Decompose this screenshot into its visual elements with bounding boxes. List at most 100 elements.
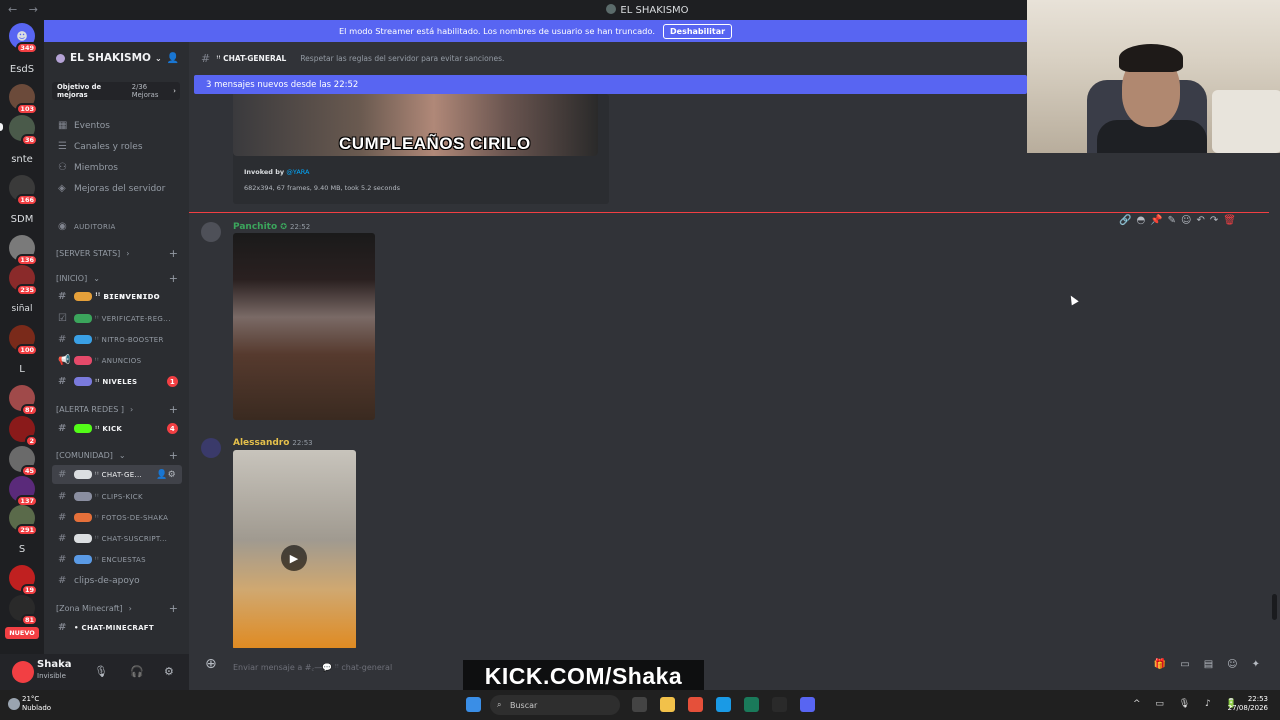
add-channel-icon[interactable]: + xyxy=(169,272,178,285)
sticker-icon[interactable]: ▤ xyxy=(1204,659,1213,670)
new-messages-bar[interactable]: 3 mensajes nuevos desde las 22:52 xyxy=(194,75,1027,94)
channel-nitro-booster[interactable]: # ꜝꜝ nitro-booster xyxy=(52,330,182,349)
start-icon[interactable] xyxy=(466,697,481,712)
channel-niveles[interactable]: ●#ꜝꜝ niveles1 xyxy=(52,372,182,391)
discord-taskbar-icon[interactable] xyxy=(800,697,815,712)
server-l[interactable]: L xyxy=(9,356,35,382)
avatar[interactable] xyxy=(201,222,221,242)
task-view-icon[interactable] xyxy=(632,697,647,712)
message-input[interactable]: Enviar mensaje a #꜀—💬 ꜝꜝ chat-general xyxy=(233,662,392,673)
channel-chat-minecraft[interactable]: ●#• chat-minecraft xyxy=(52,618,182,637)
channel-fotos-de-shaka[interactable]: # ꜝꜝ fotos-de-shaka xyxy=(52,508,182,527)
trash-icon[interactable]: 🗑 xyxy=(1223,215,1236,226)
server-icon-16[interactable]: 137 xyxy=(9,476,38,507)
server-sinal[interactable]: siñal xyxy=(9,296,35,322)
play-icon[interactable]: ▶ xyxy=(281,545,307,571)
message-image[interactable] xyxy=(233,233,375,420)
server-sdm[interactable]: SDM xyxy=(9,206,35,232)
menu-events[interactable]: ▦ Eventos xyxy=(52,116,182,135)
channel-anuncios[interactable]: 📢 ꜝꜝ anuncios xyxy=(52,351,182,370)
incognito-icon[interactable]: ◓ xyxy=(1136,215,1145,226)
invoked-user[interactable]: @YARA xyxy=(286,168,309,176)
channel-kick[interactable]: ●#ꜝꜝ kick4 xyxy=(52,419,182,438)
channel-audit[interactable]: ◉ Auditoria xyxy=(52,217,182,236)
channel-chat-suscriptores[interactable]: # ꜝꜝ chat-suscript... xyxy=(52,529,182,548)
server-icon-3[interactable]: 103 xyxy=(9,84,38,115)
username[interactable]: Shaka xyxy=(37,659,71,670)
tool-icon[interactable]: ✎ xyxy=(1168,215,1176,226)
category-server-stats[interactable]: [SERVER STATS] › + xyxy=(56,247,178,260)
message-video[interactable]: ▶ xyxy=(233,450,356,650)
gear-icon[interactable]: ⚙ xyxy=(164,665,174,678)
obs-icon[interactable] xyxy=(772,697,787,712)
channel-verificate[interactable]: ☑ ꜝꜝ verificate-reg... xyxy=(52,309,182,328)
channel-encuestas[interactable]: # ꜝꜝ encuestas xyxy=(52,550,182,569)
server-icon-8[interactable]: 136 xyxy=(9,235,38,266)
category-comunidad[interactable]: [COMUNIDAD] ⌄ + xyxy=(56,449,178,462)
emoji-icon[interactable]: ☺ xyxy=(1181,215,1191,226)
embed-image[interactable]: CUMPLEAÑOS CIRILO xyxy=(233,94,598,156)
home-button[interactable]: ☻ 349 xyxy=(9,23,38,54)
gif-icon[interactable]: ▭ xyxy=(1180,659,1189,670)
server-icon-17[interactable]: 291 xyxy=(9,505,38,536)
channel-clips-kick[interactable]: # ꜝꜝ clips-kick xyxy=(52,487,182,506)
menu-members[interactable]: ⚇ Miembros xyxy=(52,158,182,177)
search-box[interactable]: ⌕ Buscar xyxy=(490,695,620,715)
server-icon-4[interactable]: 36 xyxy=(9,115,38,146)
add-channel-icon[interactable]: + xyxy=(169,602,178,615)
server-icon-9[interactable]: 235 xyxy=(9,265,38,296)
edge-icon[interactable] xyxy=(716,697,731,712)
avatar[interactable] xyxy=(201,438,221,458)
system-tray[interactable]: ^ ▭ 🎙 ♪ 🔋 xyxy=(1133,699,1243,709)
mention-count: 1 xyxy=(167,376,178,387)
scrollbar[interactable] xyxy=(1272,594,1277,620)
server-icon-6[interactable]: 166 xyxy=(9,175,38,206)
avatar[interactable] xyxy=(12,661,34,683)
disable-streamer-button[interactable]: Deshabilitar xyxy=(663,23,733,39)
file-explorer-icon[interactable] xyxy=(660,697,675,712)
microphone-icon[interactable]: 🎙 xyxy=(94,665,108,678)
forward-icon[interactable]: ↷ xyxy=(1210,215,1218,226)
cloud-icon xyxy=(8,698,20,710)
chrome-icon[interactable] xyxy=(688,697,703,712)
app-icon[interactable] xyxy=(744,697,759,712)
category-alerta-redes[interactable]: [ALERTA REDES ] › + xyxy=(56,403,178,416)
pin-icon[interactable]: 📌 xyxy=(1150,215,1162,226)
server-icon-14[interactable]: 2 xyxy=(9,416,38,447)
link-icon[interactable]: 🔗 xyxy=(1119,215,1131,226)
server-icon-15[interactable]: 45 xyxy=(9,446,38,477)
clock[interactable]: 22:53 27/08/2026 xyxy=(1228,695,1268,713)
channel-topic[interactable]: Respetar las reglas del servidor para ev… xyxy=(300,54,504,63)
invite-people-icon[interactable]: 👤 xyxy=(167,53,179,64)
channel-bienvenido[interactable]: ●#ꜝꜝ ʙɪᴇɴᴠᴇɴɪᴅᴏ xyxy=(52,287,182,306)
server-s[interactable]: S xyxy=(9,536,35,562)
server-icon-11[interactable]: 100 xyxy=(9,325,38,356)
message-author[interactable]: Panchito xyxy=(233,222,277,232)
server-icon-19[interactable]: 19 xyxy=(9,565,38,596)
category-zona-minecraft[interactable]: [Zona Minecraft] › + xyxy=(56,602,178,615)
add-channel-icon[interactable]: + xyxy=(169,403,178,416)
channel-chat-general[interactable]: ●#ꜝꜝ chat-ge...👤⚙ xyxy=(52,465,182,484)
menu-channels-roles[interactable]: ☰ Canales y roles xyxy=(52,137,182,156)
gift-icon[interactable]: 🎁 xyxy=(1154,659,1166,670)
add-attachment-icon[interactable]: ⊕ xyxy=(205,656,217,672)
add-channel-icon[interactable]: + xyxy=(169,247,178,260)
headphones-icon[interactable]: 🎧 xyxy=(130,665,144,678)
boost-goal[interactable]: Objetivo de mejoras 2/36 Mejoras › xyxy=(52,82,180,100)
apps-icon[interactable]: ✦ xyxy=(1252,659,1260,670)
category-inicio[interactable]: [INICIO] ⌄ + xyxy=(56,272,178,285)
server-header[interactable]: EL SHAKISMO ⌄ 👤 xyxy=(44,42,189,74)
add-channel-icon[interactable]: + xyxy=(169,449,178,462)
server-icon-13[interactable]: 87 xyxy=(9,385,38,416)
server-esds[interactable]: EsdS xyxy=(9,56,35,82)
weather-widget[interactable]: 21°C Nublado xyxy=(22,695,51,713)
message-author[interactable]: Alessandro xyxy=(233,438,289,448)
channel-clips-de-apoyo[interactable]: # clips-de-apoyo xyxy=(52,571,182,590)
server-icon-20[interactable]: 81 xyxy=(9,595,38,626)
server-snte[interactable]: snte xyxy=(9,146,35,172)
mention-badge: 36 xyxy=(20,134,38,146)
emoji-icon[interactable]: ☺ xyxy=(1227,659,1237,670)
invite-and-settings-icon[interactable]: 👤⚙ xyxy=(156,470,176,480)
reply-icon[interactable]: ↶ xyxy=(1196,215,1204,226)
menu-server-boost[interactable]: ◈ Mejoras del servidor xyxy=(52,179,182,198)
